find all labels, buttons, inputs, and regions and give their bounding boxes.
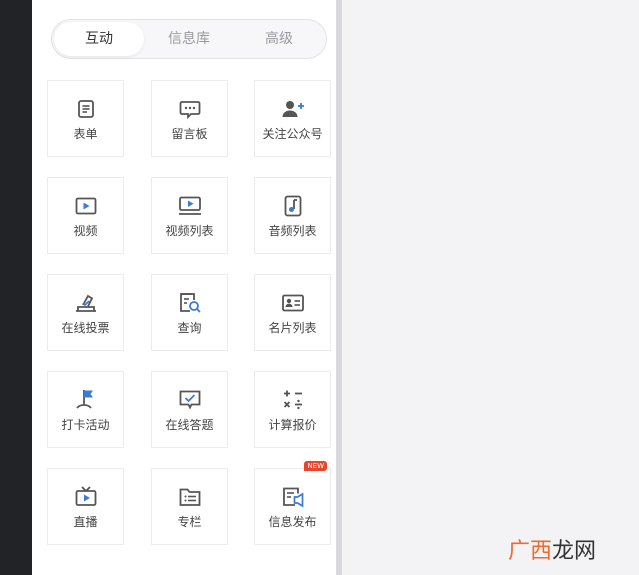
component-label: 留言板 — [171, 127, 208, 141]
component-online-quiz[interactable]: 在线答题 — [151, 371, 228, 448]
component-live[interactable]: 直播 — [47, 468, 124, 545]
video-icon — [48, 194, 123, 218]
component-label: 计算报价 — [268, 418, 317, 432]
component-panel: 互动 信息库 高级 表单 留言板 关注公众号 视频 视频列表 音频列表 在线投票… — [32, 0, 336, 575]
component-label: 关注公众号 — [262, 127, 323, 141]
component-message-board[interactable]: 留言板 — [151, 80, 228, 157]
component-label: 打卡活动 — [61, 418, 110, 432]
left-dark-bar — [0, 0, 32, 575]
form-icon — [48, 97, 123, 121]
tab-advanced[interactable]: 高级 — [234, 22, 324, 56]
message-board-icon — [152, 97, 227, 121]
component-label: 名片列表 — [268, 321, 317, 335]
component-info-publish[interactable]: NEW 信息发布 — [254, 461, 331, 545]
watermark-part1: 广西 — [508, 539, 553, 564]
editor-canvas — [346, 0, 639, 575]
component-label: 查询 — [177, 321, 202, 335]
vote-icon — [48, 291, 123, 315]
component-video[interactable]: 视频 — [47, 177, 124, 254]
component-online-vote[interactable]: 在线投票 — [47, 274, 124, 351]
live-tv-icon — [48, 485, 123, 509]
component-label: 视频列表 — [165, 224, 214, 238]
new-badge: NEW — [304, 461, 327, 471]
component-label: 表单 — [73, 127, 98, 141]
component-card-list[interactable]: 名片列表 — [254, 274, 331, 351]
component-column[interactable]: 专栏 — [151, 468, 228, 545]
component-label: 在线投票 — [61, 321, 110, 335]
component-label: 信息发布 — [268, 515, 317, 529]
video-list-icon — [152, 194, 227, 218]
watermark-part2: 龙网 — [552, 539, 597, 564]
component-label: 直播 — [73, 515, 98, 529]
component-label: 专栏 — [177, 515, 202, 529]
category-tabs: 互动 信息库 高级 — [51, 19, 327, 59]
column-folder-icon — [152, 485, 227, 509]
calculator-icon — [255, 388, 330, 412]
quiz-icon — [152, 388, 227, 412]
panel-scrollbar[interactable] — [336, 0, 342, 575]
component-calculator[interactable]: 计算报价 — [254, 371, 331, 448]
follow-user-icon — [255, 97, 330, 121]
component-label: 在线答题 — [165, 418, 214, 432]
card-list-icon — [255, 291, 330, 315]
publish-icon — [255, 485, 330, 509]
component-audio-list[interactable]: 音频列表 — [254, 177, 331, 254]
component-label: 视频 — [73, 224, 98, 238]
tab-interaction[interactable]: 互动 — [54, 22, 144, 56]
watermark: 广西龙网 — [508, 533, 596, 565]
component-follow-account[interactable]: 关注公众号 — [254, 80, 331, 157]
query-icon — [152, 291, 227, 315]
tab-info-library[interactable]: 信息库 — [144, 22, 234, 56]
audio-list-icon — [255, 194, 330, 218]
component-checkin[interactable]: 打卡活动 — [47, 371, 124, 448]
component-form[interactable]: 表单 — [47, 80, 124, 157]
component-query[interactable]: 查询 — [151, 274, 228, 351]
checkin-flag-icon — [48, 388, 123, 412]
component-label: 音频列表 — [268, 224, 317, 238]
component-video-list[interactable]: 视频列表 — [151, 177, 228, 254]
